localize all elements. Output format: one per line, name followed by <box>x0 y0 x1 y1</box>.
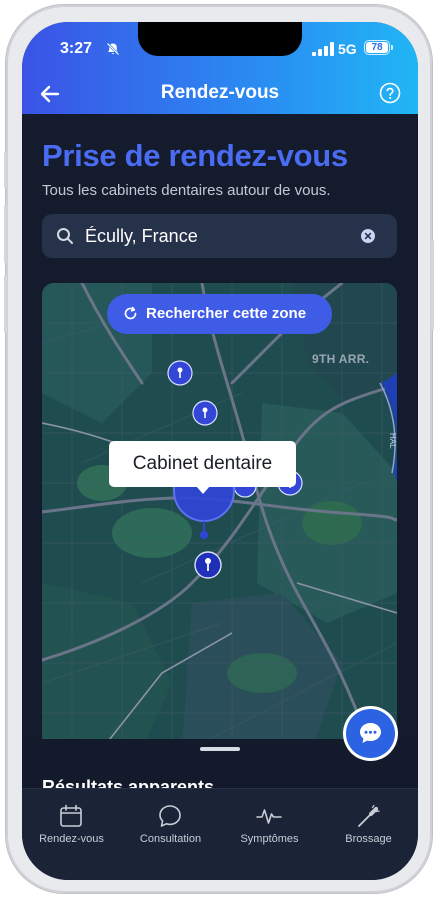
bottom-tab-bar: Rendez-vous Consultation Symptômes Bross… <box>22 788 418 880</box>
battery-icon: 78 <box>364 40 390 55</box>
map-pin[interactable] <box>192 400 218 426</box>
status-time: 3:27 <box>60 40 93 57</box>
map-tooltip: Cabinet dentaire <box>109 441 296 487</box>
pulse-icon <box>256 809 282 824</box>
tab-label: Symptômes <box>240 833 299 845</box>
district-label: 9TH ARR. <box>312 352 370 366</box>
battery-level: 78 <box>366 42 388 53</box>
page-title: Prise de rendez-vous <box>42 138 348 173</box>
calendar-icon <box>60 804 82 827</box>
tab-brossage[interactable]: Brossage <box>319 789 418 859</box>
chat-icon <box>360 723 381 743</box>
tab-symptomes[interactable]: Symptômes <box>220 789 319 859</box>
phone-side-button <box>4 275 7 333</box>
tab-rendez-vous[interactable]: Rendez-vous <box>22 789 121 859</box>
location-search-bar[interactable]: Écully, France <box>42 214 397 258</box>
refresh-icon <box>124 306 137 320</box>
phone-side-button <box>4 205 7 263</box>
app-screen: 3:27 5G 78 Rendez-vous Prise de rendez-v… <box>22 22 418 880</box>
question-circle-icon[interactable] <box>379 82 401 104</box>
tab-label: Brossage <box>345 833 392 845</box>
battery-tip <box>391 45 393 50</box>
map-pin[interactable] <box>194 551 222 579</box>
phone-side-button <box>431 240 434 330</box>
tab-label: Consultation <box>139 833 202 845</box>
tab-consultation[interactable]: Consultation <box>121 789 220 859</box>
search-zone-label: Rechercher cette zone <box>146 305 307 322</box>
status-bar: 3:27 5G 78 <box>22 22 418 74</box>
camera-notch <box>138 22 302 56</box>
search-input[interactable]: Écully, France <box>85 226 198 247</box>
map-pin[interactable] <box>167 360 193 386</box>
nav-title: Rendez-vous <box>160 82 280 103</box>
sheet-handle[interactable] <box>200 747 240 751</box>
clear-circle-icon[interactable] <box>361 229 375 243</box>
page-subtitle: Tous les cabinets dentaires autour de vo… <box>42 182 331 199</box>
search-icon <box>57 228 73 244</box>
chat-bubble-icon <box>159 805 181 827</box>
search-zone-button[interactable]: Rechercher cette zone <box>107 294 332 334</box>
network-type: 5G <box>338 41 357 57</box>
signal-icon <box>312 42 334 56</box>
bell-muted-icon <box>106 42 120 56</box>
tab-label: Rendez-vous <box>39 833 104 845</box>
app-header: 3:27 5G 78 Rendez-vous <box>22 22 418 114</box>
map-view[interactable]: HAL Rechercher cette zone 9TH ARR. Cabin… <box>42 283 397 749</box>
svg-text:HAL: HAL <box>388 433 397 449</box>
toothbrush-icon <box>358 804 380 827</box>
phone-side-button <box>4 152 7 188</box>
map-tooltip-tail <box>196 486 210 494</box>
chat-fab-button[interactable] <box>343 706 398 761</box>
